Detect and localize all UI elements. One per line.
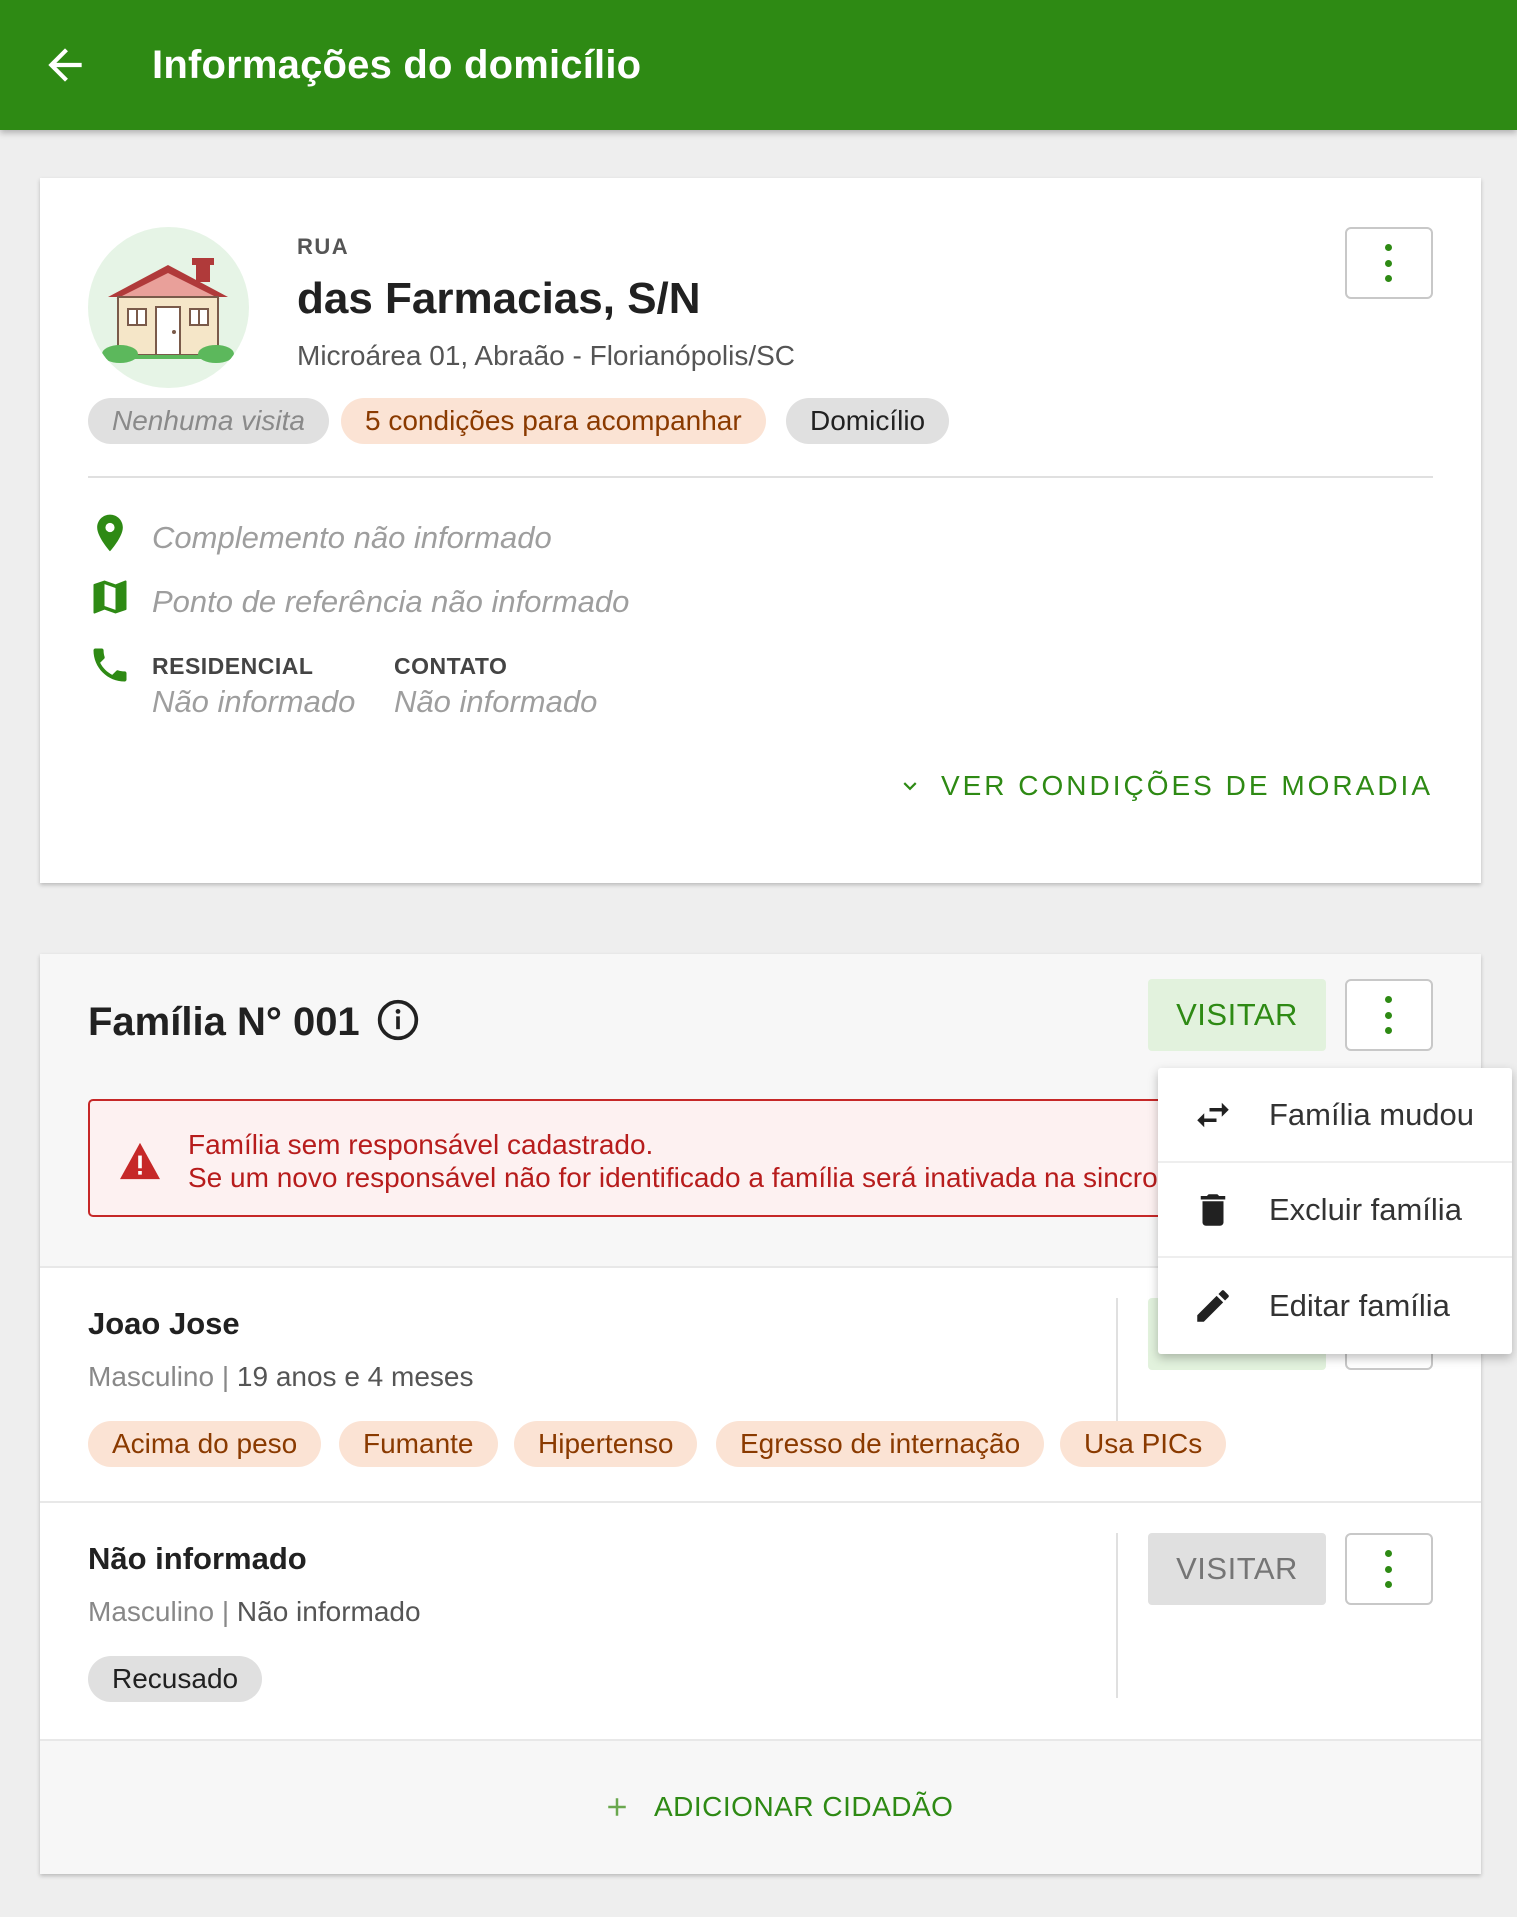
conditions-chip: 5 condições para acompanhar — [341, 398, 766, 444]
member-name: Joao Jose — [88, 1306, 240, 1341]
condition-chip: Fumante — [339, 1421, 498, 1467]
member-age: Não informado — [236, 1596, 421, 1627]
family-member-row[interactable]: Não informado Masculino | Não informado … — [40, 1501, 1481, 1739]
street-location: Microárea 01, Abraão - Florianópolis/SC — [297, 340, 796, 371]
add-citizen-bar: ADICIONAR CIDADÃO — [40, 1739, 1481, 1874]
family-options-menu: Família mudou Excluir família Editar fam… — [1158, 1068, 1512, 1354]
menu-item-label: Família mudou — [1269, 1096, 1475, 1132]
phone-residential-label: RESIDENCIAL — [152, 653, 314, 679]
member-age: 19 anos e 4 meses — [236, 1361, 474, 1392]
type-chip: Domicílio — [786, 398, 950, 444]
condition-chip: Hipertenso — [514, 1421, 698, 1467]
arrow-left-icon[interactable] — [40, 40, 90, 90]
condition-chip: Acima do peso — [88, 1421, 322, 1467]
alert-line-2: Se um novo responsável não for identific… — [188, 1162, 1158, 1193]
condition-chip: Usa PICs — [1060, 1421, 1227, 1467]
menu-item-family-moved[interactable]: Família mudou — [1158, 1068, 1512, 1163]
chevron-down-icon — [903, 782, 917, 791]
warning-icon — [120, 1142, 160, 1180]
trash-icon — [1200, 1193, 1226, 1226]
info-icon[interactable] — [376, 998, 420, 1042]
swap-arrows-icon — [1197, 1102, 1229, 1127]
street-type: RUA — [297, 234, 350, 259]
member-info: Masculino | 19 anos e 4 meses — [88, 1361, 474, 1393]
visit-member-button[interactable]: VISITAR — [1148, 1533, 1326, 1605]
family-more-button[interactable] — [1345, 979, 1433, 1051]
map-icon — [93, 580, 127, 614]
add-citizen-label: ADICIONAR CIDADÃO — [654, 1791, 954, 1822]
member-separator: | — [214, 1361, 237, 1392]
phone-residential-value: Não informado — [152, 684, 356, 719]
alert-line-1: Família sem responsável cadastrado. — [188, 1129, 654, 1160]
referencia-text: Ponto de referência não informado — [152, 584, 630, 619]
view-conditions-link[interactable]: VER CONDIÇÕES DE MORADIA — [897, 770, 1433, 802]
view-conditions-label: VER CONDIÇÕES DE MORADIA — [940, 770, 1433, 801]
app-bar: Informações do domicílio — [0, 0, 1517, 130]
vertical-divider — [1116, 1533, 1118, 1698]
kebab-icon — [1385, 1550, 1393, 1588]
member-more-button[interactable] — [1345, 1533, 1433, 1605]
phone-contact-value: Não informado — [394, 684, 598, 719]
vertical-divider — [1116, 1298, 1118, 1438]
member-sex: Masculino — [88, 1361, 215, 1392]
add-citizen-button[interactable]: ADICIONAR CIDADÃO — [602, 1791, 953, 1823]
kebab-icon — [1385, 996, 1393, 1034]
street-name: das Farmacias, S/N — [297, 274, 701, 323]
complemento-text: Complemento não informado — [152, 520, 552, 555]
member-separator: | — [214, 1596, 237, 1627]
menu-item-edit-family[interactable]: Editar família — [1158, 1258, 1512, 1353]
address-card: RUA das Farmacias, S/N Microárea 01, Abr… — [40, 178, 1481, 883]
member-info: Masculino | Não informado — [88, 1596, 421, 1628]
menu-item-label: Excluir família — [1269, 1191, 1462, 1227]
family-title: Família N° 001 — [88, 1000, 360, 1044]
phone-icon — [93, 648, 127, 682]
divider — [88, 476, 1433, 478]
location-pin-icon — [97, 514, 123, 552]
visit-family-button[interactable]: VISITAR — [1148, 979, 1326, 1051]
member-name: Não informado — [88, 1541, 307, 1576]
menu-item-label: Editar família — [1269, 1287, 1450, 1323]
member-sex: Masculino — [88, 1596, 215, 1627]
status-chip: Recusado — [88, 1656, 263, 1702]
visit-status-chip: Nenhuma visita — [88, 398, 329, 444]
menu-item-delete-family[interactable]: Excluir família — [1158, 1163, 1512, 1258]
phone-contact-label: CONTATO — [394, 653, 508, 679]
house-icon — [88, 227, 249, 388]
address-more-button[interactable] — [1345, 227, 1433, 299]
condition-chip: Egresso de internação — [716, 1421, 1045, 1467]
pencil-icon — [1197, 1289, 1229, 1322]
page-title: Informações do domicílio — [152, 43, 642, 87]
plus-icon — [608, 1798, 626, 1816]
kebab-icon — [1385, 244, 1393, 282]
